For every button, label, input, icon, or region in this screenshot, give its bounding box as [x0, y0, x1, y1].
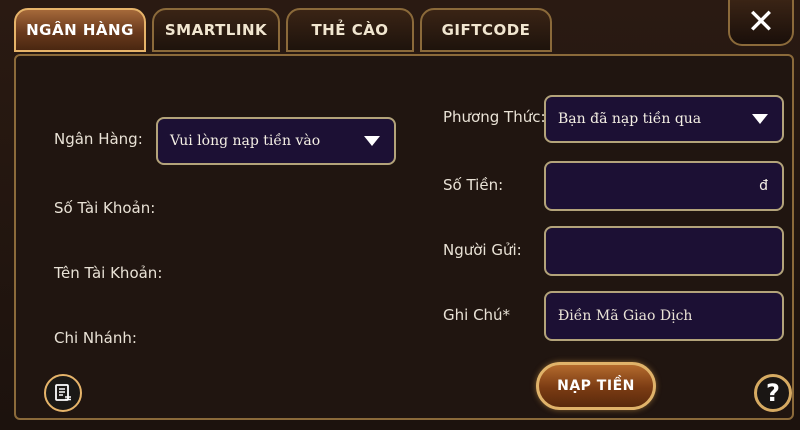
currency-symbol: đ — [759, 178, 768, 194]
note-placeholder: Điền Mã Giao Dịch — [558, 308, 693, 324]
chevron-down-icon — [364, 136, 380, 146]
tab-bar: NGÂN HÀNG SMARTLINK THẺ CÀO GIFTCODE — [14, 8, 552, 54]
note-label: Ghi Chú* — [443, 306, 511, 324]
close-button[interactable]: ✕ — [728, 0, 794, 46]
close-icon: ✕ — [746, 2, 776, 42]
chevron-down-icon — [752, 114, 768, 124]
tab-giftcode[interactable]: GIFTCODE — [420, 8, 552, 52]
bank-label: Ngân Hàng: — [54, 130, 143, 148]
account-number-label: Số Tài Khoản: — [54, 199, 156, 217]
note-input[interactable]: Điền Mã Giao Dịch — [544, 291, 784, 341]
history-icon — [55, 384, 71, 401]
bank-select-value: Vui lòng nạp tiền vào — [170, 133, 321, 149]
account-name-label: Tên Tài Khoản: — [54, 264, 163, 282]
method-label: Phương Thức: — [443, 108, 546, 126]
branch-label: Chi Nhánh: — [54, 329, 137, 347]
submit-deposit-button[interactable]: NẠP TIỀN — [536, 362, 656, 410]
question-icon: ? — [766, 379, 780, 407]
amount-input[interactable]: đ — [544, 161, 784, 211]
method-select[interactable]: Bạn đã nạp tiền qua — [544, 95, 784, 143]
sender-input[interactable] — [544, 226, 784, 276]
tab-the-cao[interactable]: THẺ CÀO — [286, 8, 414, 52]
deposit-dialog: NGÂN HÀNG SMARTLINK THẺ CÀO GIFTCODE ✕ N… — [0, 0, 800, 430]
tab-smartlink[interactable]: SMARTLINK — [152, 8, 280, 52]
bank-select[interactable]: Vui lòng nạp tiền vào — [156, 117, 396, 165]
tab-ngan-hang[interactable]: NGÂN HÀNG — [14, 8, 146, 52]
history-button[interactable] — [44, 374, 82, 412]
amount-label: Số Tiền: — [443, 176, 504, 194]
method-select-value: Bạn đã nạp tiền qua — [558, 111, 702, 127]
help-button[interactable]: ? — [754, 374, 792, 412]
sender-label: Người Gửi: — [443, 241, 522, 259]
